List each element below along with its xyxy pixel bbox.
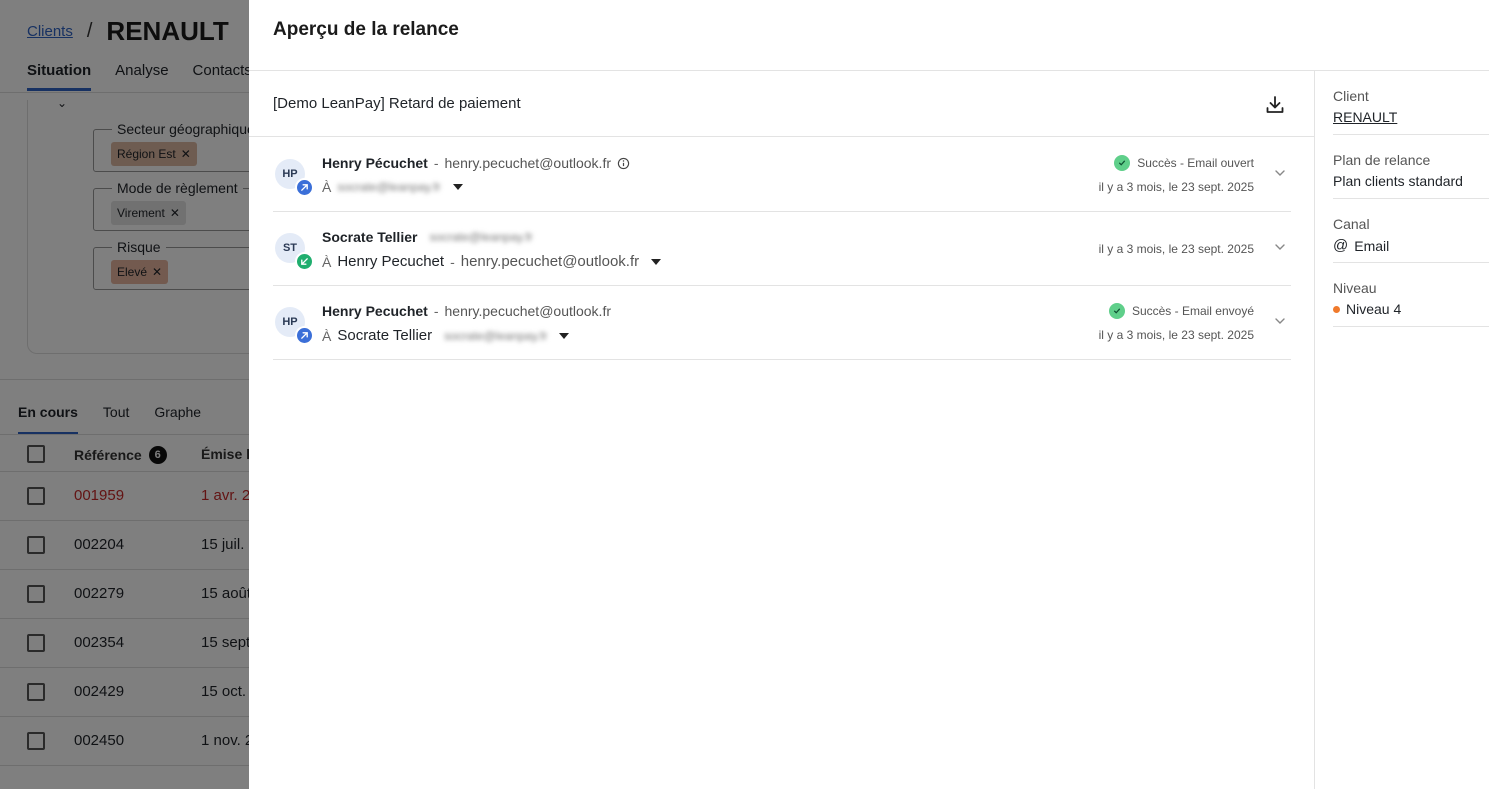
check-icon [1108, 303, 1125, 319]
to-label: À [322, 179, 332, 195]
email-subject: [Demo LeanPay] Retard de paiement [273, 95, 521, 112]
drawer-title: Aperçu de la relance [273, 19, 459, 40]
caret-down-icon[interactable] [651, 258, 662, 265]
caret-down-icon[interactable] [452, 184, 463, 190]
recipient-email-blurred: socrate@leanpay.fr [444, 328, 548, 343]
to-label: À [322, 253, 332, 270]
recipient-name: Henry Pecuchet [337, 253, 445, 270]
level-dot-icon [1333, 305, 1340, 313]
detail-label: Niveau [1333, 280, 1377, 296]
modal-backdrop[interactable] [0, 0, 249, 789]
at-sign-icon: @ [1333, 237, 1349, 254]
recipient-email: henry.pecuchet@outlook.fr [460, 253, 640, 270]
sender-name: Henry Pecuchet [322, 303, 428, 319]
timestamp: il y a 3 mois, le 23 sept. 2025 [1098, 328, 1254, 342]
sender-email: henry.pecuchet@outlook.fr [444, 155, 612, 171]
plan-value: Plan clients standard [1333, 173, 1463, 189]
reminder-preview-drawer: Aperçu de la relance [Demo LeanPay] Reta… [249, 0, 1489, 789]
sender-email-blurred: socrate@leanpay.fr [429, 230, 533, 244]
status-text: Succès - Email envoyé [1131, 304, 1254, 318]
delivery-status: Succès - Email envoyé [1108, 303, 1254, 319]
detail-niveau: Niveau Niveau 4 [1333, 263, 1489, 327]
niveau-value: Niveau 4 [1346, 301, 1402, 317]
detail-label: Canal [1333, 216, 1370, 232]
canal-value: Email [1354, 237, 1390, 254]
separator: - [450, 253, 455, 270]
details-sidebar: Client RENAULT Plan de relance Plan clie… [1333, 71, 1489, 327]
timestamp: il y a 3 mois, le 23 sept. 2025 [1098, 180, 1254, 194]
incoming-arrow-icon [295, 252, 314, 271]
recipient-email-blurred: socrate@leanpay.fr [337, 180, 441, 194]
delivery-status: Succès - Email ouvert [1114, 155, 1254, 171]
sender-name: Henry Pécuchet [322, 155, 428, 171]
sender-name: Socrate Tellier [322, 229, 418, 245]
outgoing-arrow-icon [295, 178, 314, 197]
outgoing-arrow-icon [295, 326, 314, 345]
sender-email: henry.pecuchet@outlook.fr [444, 303, 612, 319]
detail-label: Plan de relance [1333, 152, 1431, 168]
detail-label: Client [1333, 88, 1369, 104]
status-text: Succès - Email ouvert [1137, 156, 1254, 170]
separator: - [433, 155, 439, 171]
detail-plan: Plan de relance Plan clients standard [1333, 135, 1489, 199]
to-label: À [322, 327, 332, 344]
info-icon[interactable] [617, 157, 630, 170]
detail-client: Client RENAULT [1333, 71, 1489, 135]
message-item[interactable]: HP Henry Pecuchet - henry.pecuchet@outlo… [273, 286, 1291, 360]
thread-panel: [Demo LeanPay] Retard de paiement HP Hen… [249, 71, 1315, 789]
caret-down-icon[interactable] [559, 332, 570, 339]
client-link[interactable]: RENAULT [1333, 109, 1489, 125]
detail-canal: Canal @ Email [1333, 199, 1489, 263]
niveau-row: Niveau 4 [1333, 301, 1489, 317]
subject-bar: [Demo LeanPay] Retard de paiement [249, 71, 1315, 137]
separator: - [433, 303, 439, 319]
canal-row: @ Email [1333, 237, 1489, 254]
chevron-down-icon[interactable] [1273, 166, 1287, 180]
message-item[interactable]: ST Socrate Tellier socrate@leanpay.fr À … [273, 212, 1291, 286]
check-icon [1114, 155, 1131, 171]
chevron-down-icon[interactable] [1273, 314, 1287, 328]
chevron-down-icon[interactable] [1273, 240, 1287, 254]
timestamp: il y a 3 mois, le 23 sept. 2025 [1098, 242, 1254, 256]
download-icon[interactable] [1263, 93, 1287, 117]
recipient-name: Socrate Tellier [337, 327, 433, 344]
message-item[interactable]: HP Henry Pécuchet - henry.pecuchet@outlo… [273, 138, 1291, 212]
